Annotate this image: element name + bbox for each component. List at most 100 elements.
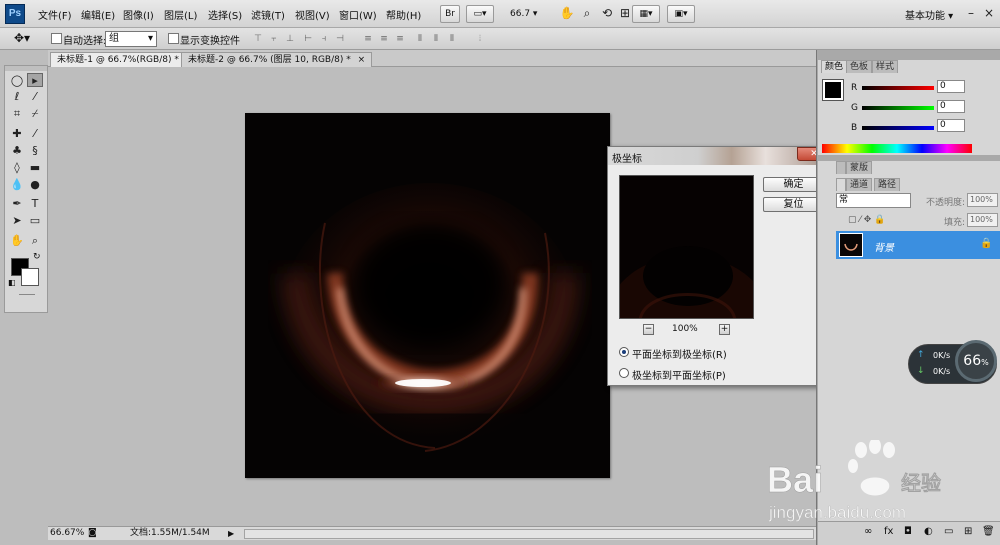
lasso-tool-icon[interactable]: ℓ bbox=[9, 90, 25, 104]
zoom-tool-button-icon[interactable]: ⌕ bbox=[27, 234, 43, 248]
view-extras-button[interactable]: ▭▾ bbox=[466, 5, 494, 23]
align-right-icon[interactable]: ⊣ bbox=[334, 34, 346, 44]
ok-button[interactable]: 确定 bbox=[763, 177, 824, 192]
minimize-icon[interactable]: – bbox=[962, 4, 980, 22]
path-selection-tool-icon[interactable]: ➤ bbox=[9, 214, 25, 228]
delete-layer-icon[interactable]: 🗑 bbox=[982, 526, 995, 537]
tab-swatches[interactable]: 色板 bbox=[846, 60, 873, 73]
default-colors-icon[interactable]: ◧ bbox=[8, 278, 16, 287]
menu-file[interactable]: 文件(F) bbox=[38, 7, 72, 22]
hand-tool-button-icon[interactable]: ✋ bbox=[9, 234, 25, 248]
b-value-input[interactable]: 0 bbox=[937, 119, 965, 132]
crop-tool-icon[interactable]: ⌗ bbox=[9, 107, 25, 121]
zoom-out-button[interactable]: − bbox=[643, 324, 654, 335]
menu-view[interactable]: 视图(V) bbox=[295, 7, 330, 22]
rect-to-polar-radio[interactable] bbox=[619, 347, 629, 357]
menu-image[interactable]: 图像(I) bbox=[123, 7, 154, 22]
new-layer-icon[interactable]: ⊞ bbox=[964, 526, 972, 537]
panel-foreground-swatch[interactable] bbox=[822, 79, 844, 101]
distribute-vcenter-icon[interactable]: ≡ bbox=[378, 34, 390, 44]
swap-colors-icon[interactable]: ↻ bbox=[33, 252, 41, 262]
b-slider[interactable] bbox=[862, 126, 934, 130]
rect-to-polar-label[interactable]: 平面坐标到极坐标(R) bbox=[632, 346, 727, 361]
move-tool-icon[interactable]: ✥▾ bbox=[14, 31, 30, 45]
align-top-icon[interactable]: ⊤ bbox=[252, 34, 264, 44]
polar-to-rect-label[interactable]: 极坐标到平面坐标(P) bbox=[632, 367, 726, 382]
workspace-switcher[interactable]: 基本功能 ▾ bbox=[905, 7, 953, 22]
align-hcenter-icon[interactable]: ⫞ bbox=[318, 34, 330, 44]
rotate-view-icon[interactable]: ⟲ bbox=[598, 4, 616, 22]
layer-style-icon[interactable]: fx bbox=[884, 526, 893, 537]
toolbox-grip[interactable] bbox=[5, 66, 47, 71]
close-window-icon[interactable]: × bbox=[980, 4, 998, 22]
filter-preview[interactable] bbox=[619, 175, 754, 319]
hand-tool-icon[interactable]: ✋ bbox=[558, 4, 576, 22]
lock-icons[interactable]: ▢ ⁄ ✥ 🔒 bbox=[848, 215, 885, 225]
clone-stamp-tool-icon[interactable]: ♣ bbox=[9, 144, 25, 158]
menu-layer[interactable]: 图层(L) bbox=[164, 7, 197, 22]
blend-mode-dropdown[interactable]: 常 bbox=[836, 193, 911, 208]
tab-color[interactable]: 颜色 bbox=[821, 60, 848, 73]
memory-usage-circle[interactable]: 66% bbox=[955, 340, 997, 382]
background-color-swatch[interactable] bbox=[21, 268, 39, 286]
status-info-icon[interactable]: ◙ bbox=[88, 527, 97, 540]
tab-layers[interactable] bbox=[836, 178, 846, 191]
menu-select[interactable]: 选择(S) bbox=[208, 7, 242, 22]
opacity-input[interactable]: 100% bbox=[967, 193, 998, 207]
eraser-tool-icon[interactable]: ◊ bbox=[9, 161, 25, 175]
magic-wand-tool-icon[interactable]: ⁄ bbox=[27, 90, 43, 104]
bridge-button[interactable]: Br bbox=[440, 5, 460, 23]
type-tool-icon[interactable]: T bbox=[27, 197, 43, 211]
add-mask-icon[interactable]: ◘ bbox=[904, 526, 912, 537]
brush-tool-icon[interactable]: ⁄ bbox=[27, 127, 43, 141]
align-left-icon[interactable]: ⊢ bbox=[302, 34, 314, 44]
status-menu-arrow-icon[interactable]: ▶ bbox=[228, 527, 234, 540]
zoom-tool-icon[interactable]: ⌕ bbox=[578, 4, 596, 22]
zoom-level-select[interactable]: 66.7 ▾ bbox=[502, 5, 546, 23]
align-vcenter-icon[interactable]: ⫟ bbox=[268, 34, 280, 44]
reset-button[interactable]: 复位 bbox=[763, 197, 824, 212]
healing-brush-tool-icon[interactable]: ✚ bbox=[9, 127, 25, 141]
auto-select-checkbox[interactable] bbox=[51, 33, 62, 44]
tab-document-2[interactable]: 未标题-2 @ 66.7% (图层 10, RGB/8) * × bbox=[181, 52, 373, 67]
eyedropper-tool-icon[interactable]: ⌿ bbox=[27, 107, 43, 121]
move-tool-button-icon[interactable]: ▸ bbox=[27, 73, 43, 87]
menu-help[interactable]: 帮助(H) bbox=[386, 7, 421, 22]
status-zoom[interactable]: 66.67% bbox=[50, 527, 84, 540]
auto-align-icon[interactable]: ⦙ bbox=[474, 34, 486, 44]
distribute-hcenter-icon[interactable]: ⦀ bbox=[430, 34, 442, 44]
g-value-input[interactable]: 0 bbox=[937, 100, 965, 113]
adjustment-layer-icon[interactable]: ◐ bbox=[924, 526, 933, 537]
dodge-tool-icon[interactable]: ● bbox=[27, 178, 43, 192]
tab-document-1[interactable]: 未标题-1 @ 66.7%(RGB/8) * × bbox=[50, 52, 201, 67]
fill-input[interactable]: 100% bbox=[967, 213, 998, 227]
document-canvas[interactable] bbox=[245, 113, 610, 478]
tab-adjustments[interactable] bbox=[836, 161, 846, 174]
blur-tool-icon[interactable]: 💧 bbox=[9, 178, 25, 192]
arrange-documents-button[interactable]: ▦▾ bbox=[632, 5, 660, 23]
distribute-bottom-icon[interactable]: ≡ bbox=[394, 34, 406, 44]
screen-mode-button[interactable]: ▣▾ bbox=[667, 5, 695, 23]
link-layers-icon[interactable]: ∞ bbox=[864, 526, 872, 537]
zoom-in-button[interactable]: + bbox=[719, 324, 730, 335]
r-value-input[interactable]: 0 bbox=[937, 80, 965, 93]
new-group-icon[interactable]: ▭ bbox=[944, 526, 953, 537]
gradient-tool-icon[interactable]: ▬ bbox=[27, 161, 43, 175]
r-slider[interactable] bbox=[862, 86, 934, 90]
show-transform-checkbox[interactable] bbox=[168, 33, 179, 44]
align-bottom-icon[interactable]: ⊥ bbox=[284, 34, 296, 44]
menu-edit[interactable]: 编辑(E) bbox=[81, 7, 115, 22]
color-spectrum-bar[interactable] bbox=[822, 144, 972, 153]
history-brush-tool-icon[interactable]: § bbox=[27, 144, 43, 158]
photoshop-logo[interactable]: Ps bbox=[5, 4, 25, 24]
marquee-tool-icon[interactable]: ◯ bbox=[9, 74, 25, 88]
menu-window[interactable]: 窗口(W) bbox=[339, 7, 377, 22]
layer-name[interactable]: 背景 bbox=[874, 239, 894, 254]
shape-tool-icon[interactable]: ▭ bbox=[27, 214, 43, 228]
distribute-right-icon[interactable]: ⦀ bbox=[446, 34, 458, 44]
g-slider[interactable] bbox=[862, 106, 934, 110]
horizontal-scrollbar[interactable] bbox=[244, 529, 814, 539]
menu-filter[interactable]: 滤镜(T) bbox=[251, 7, 285, 22]
distribute-top-icon[interactable]: ≡ bbox=[362, 34, 374, 44]
auto-select-dropdown[interactable]: 组 ▾ bbox=[105, 31, 157, 47]
